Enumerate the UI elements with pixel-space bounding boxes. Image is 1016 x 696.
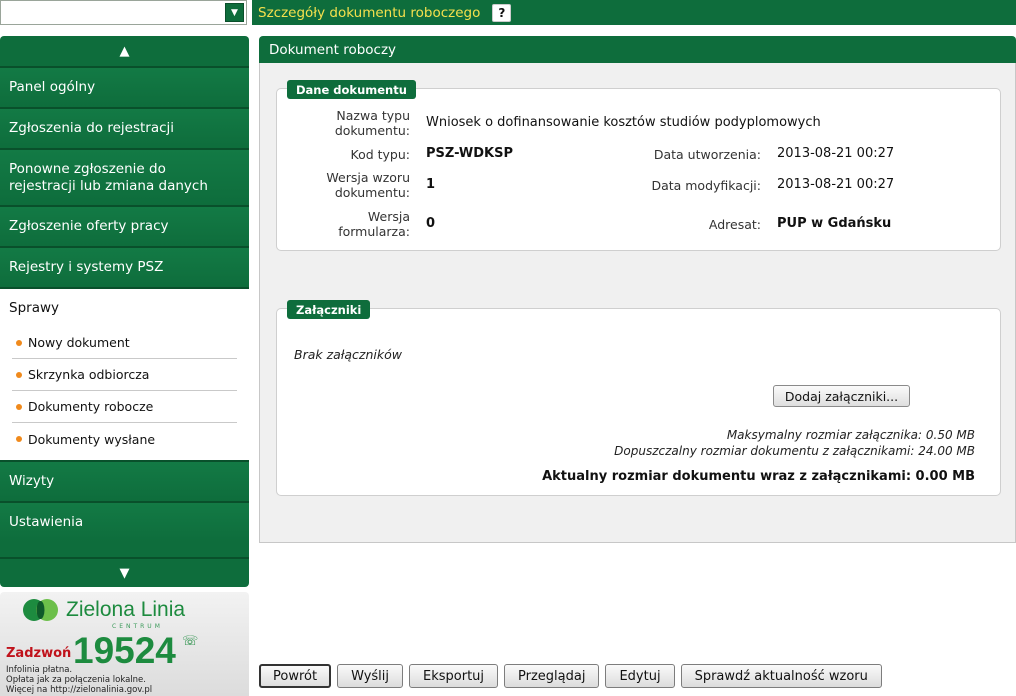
template-version-value: 1 (426, 177, 436, 192)
zielona-linia-logo-icon (23, 599, 58, 621)
sidebar-item-rejestry-i-systemy[interactable]: Rejestry i systemy PSZ (0, 246, 249, 287)
max-document-size-note: Dopuszczalny rozmiar dokumentu z załączn… (614, 444, 975, 458)
promo-phone-number: 19524 (73, 630, 176, 671)
zielona-linia-promo[interactable]: Zielona Linia CENTRUM Zadzwoń 19524 ☏ In… (0, 592, 249, 696)
document-details-legend: Dane dokumentu (287, 80, 416, 99)
type-code-label: Kod typu: (350, 147, 411, 162)
sidebar-subitem-dokumenty-robocze[interactable]: Dokumenty robocze (12, 391, 237, 423)
sidebar-item-label: Wizyty (9, 473, 55, 489)
max-attachment-size-note: Maksymalny rozmiar załącznika: 0.50 MB (726, 428, 975, 442)
template-version-label: Wersja wzoru dokumentu: (326, 170, 410, 200)
sidebar-subitem-label: Skrzynka odbiorcza (28, 367, 150, 382)
arrow-down-icon: ▼ (119, 565, 130, 581)
promo-info-line-3: Więcej na http://zielonalinia.gov.pl (6, 685, 153, 695)
back-button[interactable]: Powrót (259, 664, 332, 688)
bullet-icon (16, 436, 22, 442)
addressee-value: PUP w Gdańsku (777, 216, 892, 231)
attachments-fieldset: Załączniki Brak załączników Dodaj załącz… (276, 300, 1001, 496)
form-version-label: Wersja formularza: (338, 209, 410, 239)
help-button[interactable]: ? (492, 3, 512, 22)
type-code-value: PSZ-WDKSP (426, 146, 513, 161)
page-header-bar: Szczegóły dokumentu roboczego ? (252, 0, 1016, 25)
promo-call-label: Zadzwoń (6, 646, 72, 661)
export-button[interactable]: Eksportuj (409, 664, 499, 688)
sidebar-item-label: Ustawienia (9, 514, 84, 530)
sidebar-item-ponowne-zgloszenie[interactable]: Ponowne zgłoszenie do rejestracji lub zm… (0, 148, 249, 205)
send-button[interactable]: Wyślij (337, 664, 404, 688)
phone-icon: ☏ (182, 634, 199, 649)
promo-info-line-2: Opłata jak za połączenia lokalne. (6, 675, 146, 685)
sidebar-item-label: Zgłoszenia do rejestracji (9, 120, 175, 136)
sidebar-subitem-label: Dokumenty wysłane (28, 431, 156, 447)
sidebar-nav: ▲ Panel ogólny Zgłoszenia do rejestracji… (0, 36, 249, 587)
bullet-icon (16, 372, 22, 378)
panel-title: Dokument roboczy (259, 36, 1016, 63)
sidebar-item-label: Panel ogólny (9, 79, 96, 95)
sidebar-item-panel-ogolny[interactable]: Panel ogólny (0, 66, 249, 107)
promo-centrum-label: CENTRUM (112, 623, 163, 630)
document-details-fieldset: Dane dokumentu Nazwa typu dokumentu: Wni… (276, 80, 1001, 251)
sidebar-item-zgloszenia-do-rejestracji[interactable]: Zgłoszenia do rejestracji (0, 107, 249, 148)
sidebar-subitem-skrzynka-odbiorcza[interactable]: Skrzynka odbiorcza (12, 359, 237, 391)
sidebar-item-label: Rejestry i systemy PSZ (9, 259, 164, 275)
arrow-up-icon: ▲ (119, 43, 130, 59)
sidebar-item-wizyty[interactable]: Wizyty (0, 460, 249, 501)
sidebar-item-zgloszenie-oferty-pracy[interactable]: Zgłoszenie oferty pracy (0, 205, 249, 246)
type-name-value: Wniosek o dofinansowanie kosztów studiów… (426, 115, 821, 130)
nav-scroll-down-button[interactable]: ▼ (0, 557, 249, 587)
type-name-label: Nazwa typu dokumentu: (334, 108, 410, 138)
sidebar-subitem-dokumenty-wyslane[interactable]: Dokumenty wysłane (12, 423, 237, 455)
created-date-label: Data utworzenia: (653, 147, 761, 162)
bullet-icon (16, 404, 22, 410)
left-column: ▼ ▲ Panel ogólny Zgłoszenia do rejestrac… (0, 0, 252, 696)
form-version-value: 0 (426, 216, 436, 231)
check-template-button[interactable]: Sprawdź aktualność wzoru (680, 664, 882, 688)
current-document-size: Aktualny rozmiar dokumentu wraz z załącz… (542, 469, 975, 484)
combobox-dropdown-button[interactable]: ▼ (225, 3, 244, 22)
sidebar-item-ustawienia[interactable]: Ustawienia (0, 501, 249, 542)
no-attachments-text: Brak załączników (294, 347, 402, 362)
question-mark-icon: ? (498, 5, 506, 20)
promo-brand-name: Zielona Linia (66, 598, 186, 621)
nav-scroll-up-button[interactable]: ▲ (0, 36, 249, 66)
sidebar-section-title[interactable]: Sprawy (0, 289, 249, 327)
preview-button[interactable]: Przeglądaj (504, 664, 600, 688)
sidebar-item-label: Zgłoszenie oferty pracy (9, 218, 169, 234)
addressee-label: Adresat: (708, 217, 761, 232)
promo-info-line-1: Infolinia płatna. (6, 665, 73, 675)
sidebar-subitem-nowy-dokument[interactable]: Nowy dokument (12, 327, 237, 359)
created-date-value: 2013-08-21 00:27 (777, 146, 895, 161)
document-panel: Dane dokumentu Nazwa typu dokumentu: Wni… (259, 63, 1016, 543)
action-toolbar: Powrót Wyślij Eksportuj Przeglądaj Edytu… (259, 664, 882, 690)
sidebar-item-label: Ponowne zgłoszenie do rejestracji lub zm… (9, 160, 208, 194)
edit-button[interactable]: Edytuj (605, 664, 675, 688)
top-combobox[interactable]: ▼ (0, 0, 247, 25)
chevron-down-icon: ▼ (231, 7, 238, 18)
main-content: Dokument roboczy Dane dokumentu Nazwa ty… (259, 36, 1016, 696)
sidebar-subitem-label: Dokumenty robocze (28, 399, 154, 414)
page-title: Szczegóły dokumentu roboczego (258, 4, 481, 21)
attachments-legend: Załączniki (287, 300, 371, 319)
sidebar-section-sprawy: Sprawy Nowy dokument Skrzynka odbiorcza … (0, 287, 249, 460)
sidebar-subitem-label: Nowy dokument (28, 335, 130, 350)
modified-date-label: Data modyfikacji: (651, 178, 761, 193)
add-attachments-button[interactable]: Dodaj załączniki... (773, 385, 910, 407)
modified-date-value: 2013-08-21 00:27 (777, 177, 895, 192)
bullet-icon (16, 340, 22, 346)
